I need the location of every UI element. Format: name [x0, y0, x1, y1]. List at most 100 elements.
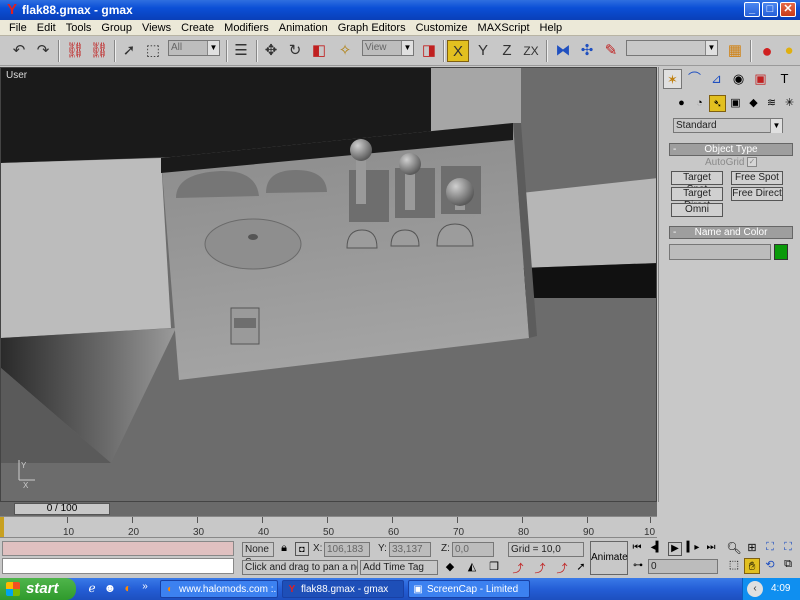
spinner-snap-icon[interactable]: ⤴	[510, 560, 526, 575]
zoom-extents-all-icon[interactable]: ⛶	[780, 541, 796, 557]
menu-group[interactable]: Group	[96, 22, 137, 34]
free-direct-button[interactable]: Free Direct	[731, 187, 783, 201]
hierarchy-tab-icon[interactable]: ⊿	[707, 69, 726, 89]
key-mode-icon[interactable]: ⤴	[532, 560, 548, 575]
motion-tab-icon[interactable]: ◉	[729, 69, 748, 89]
scale-icon[interactable]: ◧	[308, 40, 330, 62]
taskbar-item-screencap[interactable]: ▣ ScreenCap - Limited	[408, 580, 530, 598]
display-tab-icon[interactable]: ▣	[751, 69, 770, 89]
maxscript-listener-pink[interactable]	[2, 541, 234, 556]
category-dropdown[interactable]: Standard ▼	[673, 118, 783, 133]
utilities-tab-icon[interactable]: T	[775, 69, 794, 89]
minimize-button[interactable]: _	[744, 2, 760, 17]
selection-filter-dropdown[interactable]: All ▼	[168, 40, 220, 56]
menu-maxscript[interactable]: MAXScript	[473, 22, 535, 34]
menu-customize[interactable]: Customize	[411, 22, 473, 34]
restrict-plane-button[interactable]: ZX	[520, 40, 542, 62]
systems-icon[interactable]: ✳	[781, 95, 798, 112]
menu-views[interactable]: Views	[137, 22, 176, 34]
cameras-icon[interactable]: ▣	[727, 95, 744, 112]
helpers-icon[interactable]: ◆	[745, 95, 762, 112]
arc-rotate-icon[interactable]: ⟲	[762, 558, 778, 574]
close-button[interactable]: ✕	[780, 2, 796, 17]
quick-render-icon[interactable]: ●	[778, 40, 800, 62]
add-time-tag-button[interactable]: Add Time Tag	[360, 560, 438, 575]
x-coordinate-field[interactable]: 106,183	[324, 542, 370, 557]
rotate-icon[interactable]: ↻	[284, 40, 306, 62]
menu-modifiers[interactable]: Modifiers	[219, 22, 274, 34]
goto-end-icon[interactable]: ⏭	[704, 542, 718, 556]
menu-create[interactable]: Create	[176, 22, 219, 34]
cursor-icon[interactable]: ➚	[574, 560, 588, 575]
menu-edit[interactable]: Edit	[32, 22, 61, 34]
z-coordinate-field[interactable]: 0,0	[452, 542, 494, 557]
menu-tools[interactable]: Tools	[61, 22, 97, 34]
menu-animation[interactable]: Animation	[274, 22, 333, 34]
object-color-swatch[interactable]	[774, 244, 788, 260]
maximize-button[interactable]: □	[762, 2, 778, 17]
modify-tab-icon[interactable]: ⌒	[685, 69, 704, 89]
animate-button[interactable]: Animate	[590, 541, 628, 575]
goto-start-icon[interactable]: ⏮	[630, 542, 644, 556]
more-icons-chevron-icon[interactable]: »	[140, 581, 150, 597]
lock-selection-icon[interactable]: 🔒︎	[277, 542, 291, 556]
percent-snap-icon[interactable]: ❒	[486, 560, 502, 575]
autogrid-checkbox[interactable]: ✓	[747, 157, 757, 167]
lights-icon[interactable]: ➴	[709, 95, 726, 112]
omni-button[interactable]: Omni	[671, 203, 723, 217]
taskbar-item-gmax[interactable]: Y flak88.gmax - gmax	[282, 580, 404, 598]
region-select-icon[interactable]: ⬚	[142, 40, 164, 62]
next-frame-icon[interactable]: ▍▸	[686, 542, 700, 556]
track-bar[interactable]: 10 20 30 40 50 60 70 80 90 10	[0, 516, 657, 538]
current-frame-field[interactable]: 0	[648, 559, 718, 574]
gmax-app-icon[interactable]: Y	[4, 2, 20, 18]
play-icon[interactable]: ▶	[668, 542, 682, 556]
name-and-color-rollout[interactable]: - Name and Color	[669, 226, 793, 239]
ie-quicklaunch-icon[interactable]: ℯ	[84, 581, 100, 597]
undo-icon[interactable]: ↶	[8, 40, 30, 62]
unlink-selection-icon[interactable]: ⛓	[88, 40, 110, 62]
zoom-extents-icon[interactable]: ⛶	[762, 541, 778, 557]
render-teapot-icon[interactable]: ●	[756, 40, 778, 62]
select-and-link-icon[interactable]: ⛓	[64, 40, 86, 62]
firefox-quicklaunch-icon[interactable]: ◐	[120, 581, 136, 597]
eraser-icon[interactable]: ✎	[600, 40, 622, 62]
zoom-icon[interactable]: 🔍︎	[726, 541, 742, 557]
spacewarps-icon[interactable]: ≋	[763, 95, 780, 112]
menu-help[interactable]: Help	[535, 22, 568, 34]
menu-file[interactable]: File	[4, 22, 32, 34]
move-icon[interactable]: ✥	[260, 40, 282, 62]
region-zoom-icon[interactable]: ⬚	[726, 558, 742, 574]
user-viewport[interactable]: Y X User	[0, 67, 657, 502]
redo-icon[interactable]: ↷	[32, 40, 54, 62]
key-filters-icon[interactable]: ⤴	[554, 560, 570, 575]
object-type-rollout[interactable]: - Object Type	[669, 143, 793, 156]
taskbar-item-halomods[interactable]: ◐ www.halomods.com :...	[160, 580, 278, 598]
messenger-quicklaunch-icon[interactable]: ☻	[102, 581, 118, 597]
create-tab-icon[interactable]: ✶	[663, 69, 682, 89]
mirror-icon[interactable]: ⧓	[552, 40, 574, 62]
select-by-name-icon[interactable]: ☰	[230, 40, 252, 62]
object-name-field[interactable]	[669, 244, 771, 260]
track-view-icon[interactable]: ▦	[724, 40, 746, 62]
pivot-center-icon[interactable]: ◨	[418, 40, 440, 62]
geometry-icon[interactable]: ●	[673, 95, 690, 112]
menu-graph-editors[interactable]: Graph Editors	[333, 22, 411, 34]
reference-coordinate-dropdown[interactable]: View ▼	[362, 40, 414, 56]
select-object-icon[interactable]: ➚	[118, 40, 140, 62]
snap-toggle-icon[interactable]: ◆	[442, 560, 458, 575]
zoom-all-icon[interactable]: ⊞	[744, 541, 760, 557]
tray-back-icon[interactable]: ‹	[747, 581, 763, 597]
time-slider[interactable]: 0 / 100	[0, 502, 657, 516]
previous-frame-icon[interactable]: ◂▍	[650, 542, 664, 556]
angle-snap-icon[interactable]: ◭	[464, 560, 480, 575]
y-coordinate-field[interactable]: 33,137	[389, 542, 431, 557]
restrict-x-button[interactable]: X	[447, 40, 469, 62]
target-spot-button[interactable]: Target Spot	[671, 171, 723, 195]
align-icon[interactable]: ✣	[576, 40, 598, 62]
absolute-mode-icon[interactable]: ◘	[295, 542, 309, 556]
start-button[interactable]: start	[0, 578, 76, 600]
named-selection-dropdown[interactable]: ▼	[626, 40, 718, 56]
restrict-z-button[interactable]: Z	[496, 40, 518, 62]
restrict-y-button[interactable]: Y	[472, 40, 494, 62]
